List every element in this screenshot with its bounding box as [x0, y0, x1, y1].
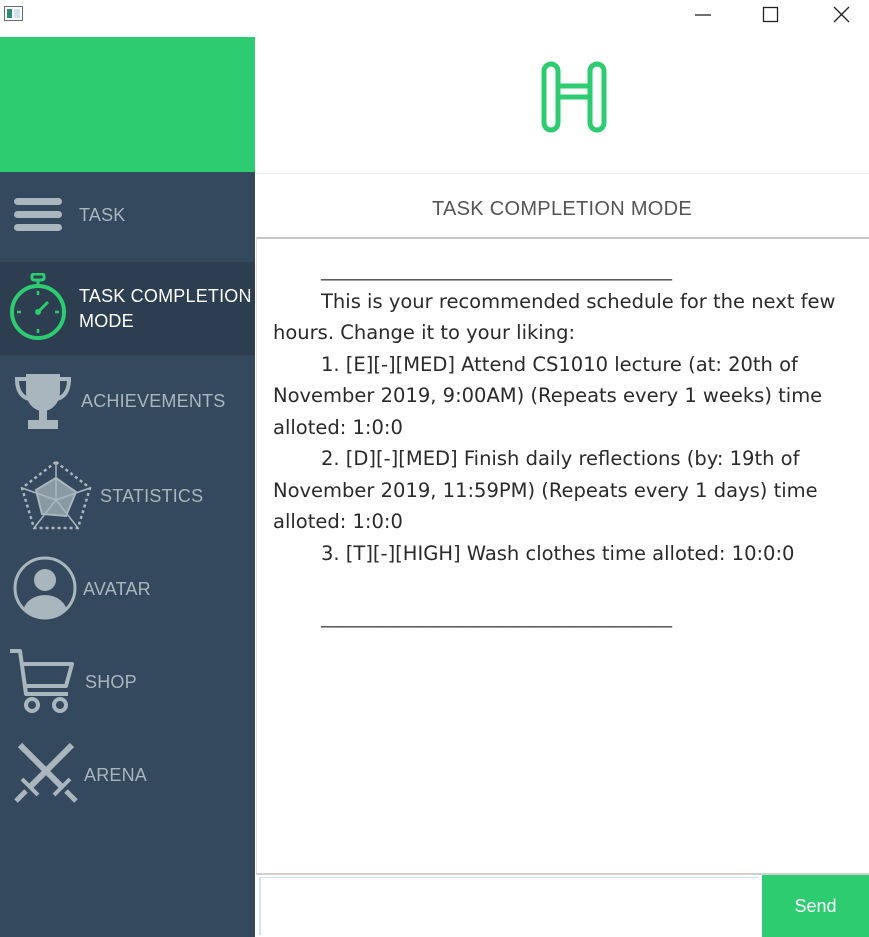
sidebar-item-label: AVATAR	[83, 579, 151, 599]
maximize-icon[interactable]	[748, 0, 794, 30]
menu-icon	[14, 198, 62, 231]
sidebar-item-label: TASK	[79, 205, 126, 225]
sidebar-item-task[interactable]: TASK	[0, 172, 255, 262]
command-bar: Send	[256, 873, 869, 937]
close-icon[interactable]	[818, 0, 864, 30]
message-separator: ____________________________________	[321, 258, 672, 281]
sidebar-item-arena[interactable]: ARENA	[0, 727, 255, 820]
sidebar-item-label: STATISTICS	[100, 486, 204, 506]
header	[255, 37, 869, 174]
crossed-swords-icon	[14, 742, 78, 803]
radar-chart-icon	[20, 460, 92, 530]
bot-message: ____________________________________ Thi…	[273, 254, 848, 632]
sidebar-item-achievements[interactable]: ACHIEVEMENTS	[0, 355, 255, 448]
h-logo-icon	[541, 61, 607, 133]
title-bar	[0, 0, 869, 37]
sidebar-item-avatar[interactable]: AVATAR	[0, 541, 255, 634]
sidebar-item-label: SHOP	[85, 672, 137, 692]
sidebar-banner	[0, 37, 255, 172]
trophy-icon	[14, 374, 72, 429]
sidebar-item-statistics[interactable]: STATISTICS	[0, 448, 255, 541]
sidebar-item-label: ARENA	[84, 765, 148, 785]
sidebar-item-task-completion-mode[interactable]: TASK COMPLETION MODE	[0, 262, 255, 355]
command-input[interactable]	[259, 877, 759, 935]
send-button[interactable]: Send	[762, 875, 869, 937]
schedule-item: 2. [D][-][MED] Finish daily reflections …	[273, 447, 818, 533]
sidebar-item-label: TASK COMPLETION MODE	[79, 284, 252, 334]
sidebar-item-shop[interactable]: SHOP	[0, 634, 255, 727]
sidebar-item-label-line2: MODE	[79, 311, 134, 331]
minimize-icon[interactable]	[680, 0, 726, 30]
page-title: TASK COMPLETION MODE	[431, 198, 693, 220]
schedule-item: 3. [T][-][HIGH] Wash clothes time allote…	[321, 541, 795, 565]
output-panel[interactable]: ____________________________________ Thi…	[256, 237, 869, 873]
cart-icon	[10, 649, 74, 713]
sidebar-item-label-line1: TASK COMPLETION	[79, 286, 252, 306]
app-icon	[4, 6, 23, 21]
sidebar: TASK TASK COMPLETION MODE ACHIEVEMENTS S…	[0, 172, 255, 937]
avatar-icon	[13, 556, 77, 620]
message-intro: This is your recommended schedule for th…	[273, 289, 836, 345]
schedule-item: 1. [E][-][MED] Attend CS1010 lecture (at…	[273, 352, 823, 439]
message-separator: ____________________________________	[321, 604, 672, 628]
stopwatch-icon	[10, 273, 66, 340]
sidebar-item-label: ACHIEVEMENTS	[81, 391, 226, 411]
